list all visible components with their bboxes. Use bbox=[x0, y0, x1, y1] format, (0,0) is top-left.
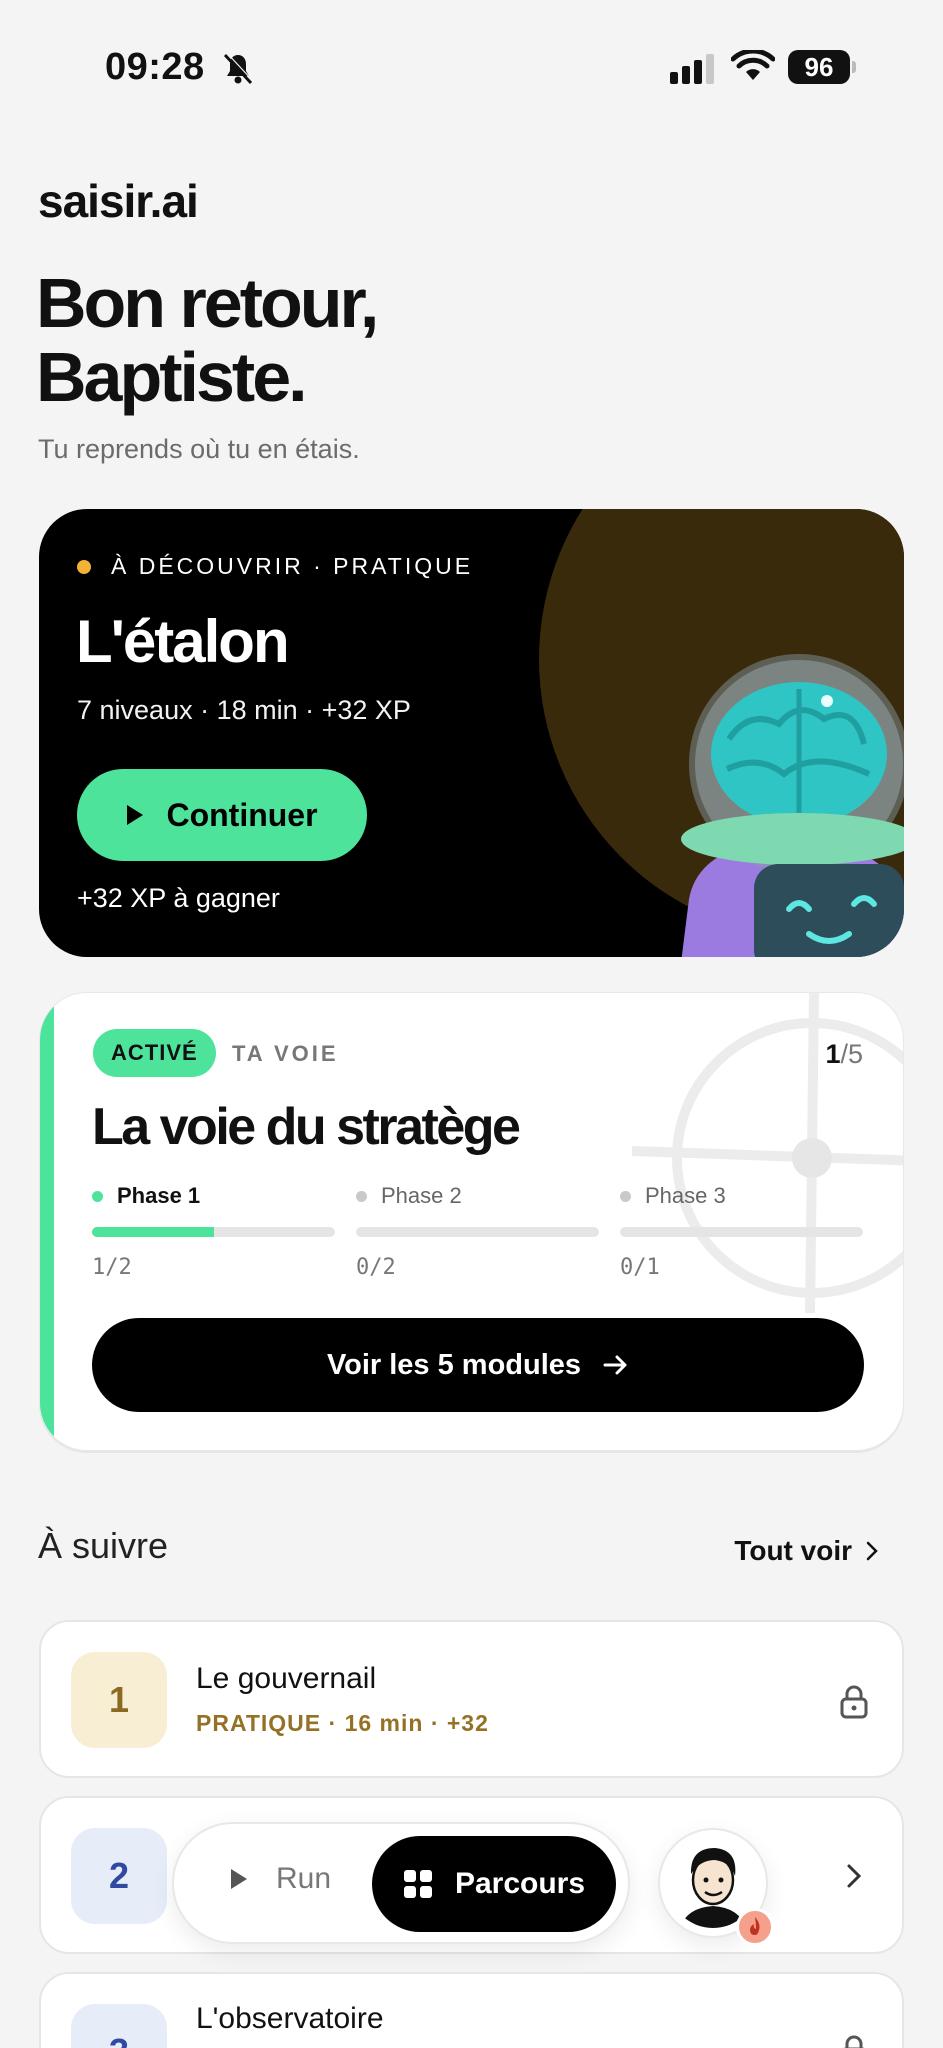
hero-status-dot bbox=[77, 559, 91, 574]
phase-dot bbox=[92, 1190, 103, 1202]
play-icon bbox=[127, 805, 144, 825]
lock-icon bbox=[843, 2035, 865, 2048]
bell-muted-icon bbox=[223, 52, 254, 85]
phase-name: Phase 3 bbox=[645, 1183, 726, 1208]
phase-name: Phase 1 bbox=[117, 1183, 201, 1208]
phase-2: Phase 2 0/2 bbox=[356, 1183, 599, 1280]
path-count: 1/5 bbox=[825, 1039, 863, 1070]
phase-progress-bar bbox=[620, 1227, 863, 1237]
phase-progress-text: 0/1 bbox=[620, 1255, 660, 1280]
wifi-icon bbox=[731, 50, 775, 80]
path-count-total: /5 bbox=[840, 1039, 863, 1069]
chevron-right-icon bbox=[866, 1541, 878, 1561]
streak-flame-icon bbox=[736, 1908, 774, 1946]
phase-progress-fill bbox=[92, 1227, 214, 1237]
lock-icon bbox=[840, 1685, 868, 1719]
phase-dot bbox=[620, 1190, 631, 1202]
greeting-title: Bon retour, Baptiste. bbox=[36, 264, 379, 416]
chevron-right-icon bbox=[847, 1864, 862, 1888]
view-modules-button[interactable]: Voir les 5 modules bbox=[92, 1318, 864, 1412]
phase-progress-text: 0/2 bbox=[356, 1255, 396, 1280]
list-item[interactable]: 3 L'observatoire bbox=[39, 1972, 904, 2048]
see-all-label: Tout voir bbox=[734, 1535, 852, 1566]
item-number: 3 bbox=[71, 2004, 167, 2048]
view-modules-label: Voir les 5 modules bbox=[326, 1348, 582, 1381]
nav-parcours-label: Parcours bbox=[454, 1867, 586, 1900]
hero-reward: +32 XP à gagner bbox=[77, 883, 280, 913]
phase-progress-text: 1/2 bbox=[92, 1255, 132, 1280]
phase-name: Phase 2 bbox=[381, 1183, 462, 1208]
nav-parcours-tab[interactable]: Parcours bbox=[372, 1836, 616, 1932]
phase-1: Phase 1 1/2 bbox=[92, 1183, 335, 1280]
greeting-subtitle: Tu reprends où tu en étais. bbox=[38, 434, 360, 464]
brand-logo: saisir.ai bbox=[38, 175, 199, 227]
featured-lesson-card[interactable]: À DÉCOUVRIR · PRATIQUE L'étalon 7 niveau… bbox=[39, 509, 904, 957]
play-icon bbox=[231, 1869, 247, 1889]
hero-meta: 7 niveaux · 18 min · +32 XP bbox=[77, 695, 411, 725]
hero-eyebrow-label: À DÉCOUVRIR · PRATIQUE bbox=[111, 553, 474, 579]
phase-progress-bar bbox=[92, 1227, 335, 1237]
item-title: L'observatoire bbox=[196, 2002, 384, 2035]
list-item[interactable]: 1 Le gouvernail PRATIQUE · 16 min · +32 bbox=[39, 1620, 904, 1778]
hero-title: L'étalon bbox=[76, 608, 290, 675]
phase-progress-bar bbox=[356, 1227, 599, 1237]
status-bar: 09:28 96 bbox=[0, 0, 943, 120]
section-title-next: À suivre bbox=[38, 1525, 169, 1566]
status-time: 09:28 bbox=[105, 46, 205, 88]
active-badge: ACTIVÉ bbox=[93, 1029, 216, 1077]
grid-icon bbox=[403, 1870, 432, 1898]
brain-robot-mascot-icon bbox=[681, 654, 904, 957]
greeting-line-2: Baptiste. bbox=[36, 338, 308, 416]
item-title: Le gouvernail bbox=[196, 1662, 377, 1695]
cellular-signal-icon bbox=[670, 54, 714, 84]
path-label: TA VOIE bbox=[232, 1041, 339, 1066]
nav-run-tab[interactable]: Run bbox=[230, 1862, 331, 1896]
path-accent-bar bbox=[40, 993, 54, 1450]
phase-3: Phase 3 0/1 bbox=[620, 1183, 863, 1280]
phase-dot bbox=[356, 1190, 367, 1202]
active-path-card[interactable]: ACTIVÉ TA VOIE 1/5 La voie du stratège P… bbox=[39, 992, 904, 1451]
hero-eyebrow: À DÉCOUVRIR · PRATIQUE bbox=[77, 553, 473, 580]
battery-indicator: 96 bbox=[788, 50, 850, 84]
path-count-current: 1 bbox=[825, 1039, 841, 1069]
continue-button-label: Continuer bbox=[166, 796, 318, 833]
arrow-right-icon bbox=[603, 1355, 627, 1375]
continue-button[interactable]: Continuer bbox=[77, 769, 367, 861]
see-all-link[interactable]: Tout voir bbox=[734, 1535, 878, 1567]
path-title: La voie du stratège bbox=[92, 1098, 521, 1156]
item-number: 2 bbox=[71, 1828, 167, 1924]
battery-tip bbox=[852, 61, 856, 73]
item-subtitle: PRATIQUE · 16 min · +32 bbox=[196, 1710, 489, 1736]
item-number: 1 bbox=[71, 1652, 167, 1748]
bottom-nav: Run Parcours bbox=[172, 1822, 630, 1944]
nav-run-label: Run bbox=[276, 1862, 332, 1895]
greeting-line-1: Bon retour, bbox=[36, 264, 379, 342]
